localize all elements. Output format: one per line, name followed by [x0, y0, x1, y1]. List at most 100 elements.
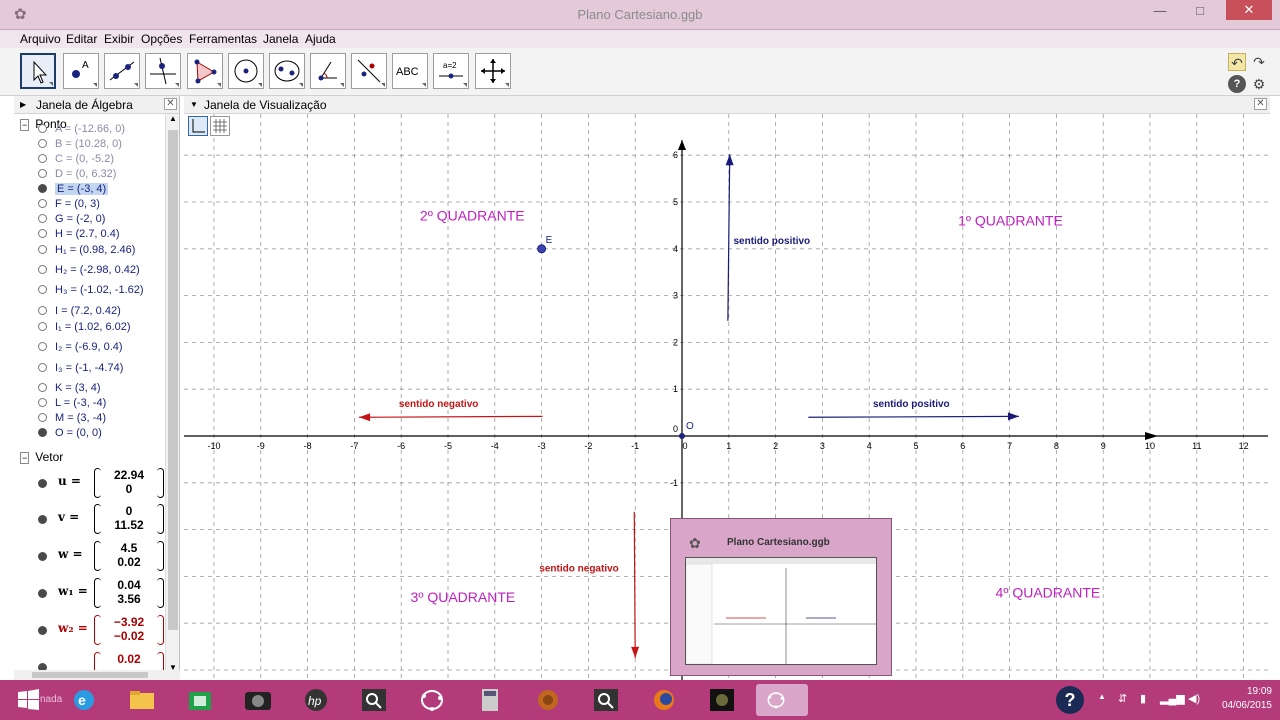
visibility-toggle-icon[interactable]	[38, 154, 47, 163]
point-item[interactable]: O = (0, 0)	[38, 427, 102, 439]
media-icon[interactable]	[702, 684, 742, 716]
point-item[interactable]: G = (-2, 0)	[38, 213, 105, 225]
text-tool[interactable]: ABC	[392, 53, 428, 89]
store-icon[interactable]	[180, 684, 220, 716]
tray-expand-icon[interactable]: ▲	[1098, 692, 1106, 701]
settings-icon[interactable]: ⚙	[1250, 75, 1268, 93]
point-item[interactable]: I = (7.2, 0.42)	[38, 305, 121, 317]
menu-editar[interactable]: Editar	[66, 32, 97, 46]
line-tool[interactable]	[104, 53, 140, 89]
visibility-toggle-icon[interactable]	[38, 383, 47, 392]
visibility-toggle-icon[interactable]	[38, 342, 47, 351]
algebra-close-button[interactable]: ✕	[164, 98, 177, 110]
angle-tool[interactable]	[310, 53, 346, 89]
point-item[interactable]: H₃ = (-1.02, -1.62)	[38, 284, 144, 296]
scroll-up-icon[interactable]: ▲	[169, 114, 177, 123]
baseball-glove-icon[interactable]	[528, 684, 568, 716]
visibility-toggle-icon[interactable]	[38, 199, 47, 208]
point-item[interactable]: E = (-3, 4)	[38, 183, 109, 195]
visibility-toggle-icon[interactable]	[38, 285, 47, 294]
geogebra-icon[interactable]	[756, 684, 808, 716]
visibility-toggle-icon[interactable]	[38, 413, 47, 422]
axes-toggle-icon[interactable]	[188, 116, 208, 136]
perpendicular-line-tool[interactable]	[145, 53, 181, 89]
vector-negative-x[interactable]	[359, 415, 543, 418]
point-item[interactable]: I₂ = (-6.9, 0.4)	[38, 341, 123, 353]
grid-toggle-icon[interactable]	[210, 116, 230, 136]
algebra-vertical-scrollbar[interactable]: ▲ ▼	[165, 114, 179, 672]
visibility-toggle-icon[interactable]	[38, 626, 47, 635]
search-icon[interactable]	[354, 684, 394, 716]
visibility-toggle-icon[interactable]	[38, 515, 47, 524]
visibility-toggle-icon[interactable]	[38, 124, 47, 133]
point-item[interactable]: I₃ = (-1, -4.74)	[38, 362, 123, 374]
visibility-toggle-icon[interactable]	[38, 265, 47, 274]
camera-icon[interactable]	[238, 684, 278, 716]
point-item[interactable]: C = (0, -5.2)	[38, 153, 114, 165]
graphics-close-button[interactable]: ✕	[1254, 98, 1267, 110]
visibility-toggle-icon[interactable]	[38, 306, 47, 315]
point-item[interactable]: H = (2.7, 0.4)	[38, 228, 120, 240]
geogebra-icon[interactable]	[412, 684, 452, 716]
point-item[interactable]: K = (3, 4)	[38, 382, 101, 394]
vector-positive-x[interactable]	[808, 415, 1019, 418]
hp-icon[interactable]: hp	[296, 684, 336, 716]
point-O[interactable]	[679, 433, 685, 439]
volume-tray-icon[interactable]: ◀)	[1188, 692, 1200, 705]
point-item[interactable]: L = (-3, -4)	[38, 397, 106, 409]
menu-opcoes[interactable]: Opções	[141, 32, 182, 46]
help-button[interactable]: ?	[1228, 75, 1246, 93]
collapse-triangle-icon[interactable]: ▶	[20, 100, 26, 109]
taskbar-preview-window[interactable]: ✿ Plano Cartesiano.ggb	[670, 518, 892, 676]
point-item[interactable]: H₂ = (-2.98, 0.42)	[38, 264, 140, 276]
visibility-toggle-icon[interactable]	[38, 322, 47, 331]
point-item[interactable]: B = (10.28, 0)	[38, 138, 122, 150]
visibility-toggle-icon[interactable]	[38, 184, 47, 193]
visibility-toggle-icon[interactable]	[38, 363, 47, 372]
menu-ajuda[interactable]: Ajuda	[305, 32, 336, 46]
point-item[interactable]: F = (0, 3)	[38, 198, 100, 210]
visibility-toggle-icon[interactable]	[38, 479, 47, 488]
battery-tray-icon[interactable]: ▮	[1140, 692, 1146, 705]
clock[interactable]: 19:09 04/06/2015	[1222, 685, 1272, 713]
menu-arquivo[interactable]: Arquivo	[20, 32, 61, 46]
reflect-tool[interactable]	[351, 53, 387, 89]
polygon-tool[interactable]	[187, 53, 223, 89]
search-icon[interactable]	[586, 684, 626, 716]
file-explorer-icon[interactable]	[122, 684, 162, 716]
visibility-toggle-icon[interactable]	[38, 169, 47, 178]
point-item[interactable]: I₁ = (1.02, 6.02)	[38, 321, 131, 333]
visibility-toggle-icon[interactable]	[38, 139, 47, 148]
menu-ferramentas[interactable]: Ferramentas	[189, 32, 257, 46]
minimize-button[interactable]: —	[1144, 0, 1176, 24]
collapse-triangle-icon[interactable]: ▼	[190, 100, 198, 109]
move-tool[interactable]	[20, 53, 56, 89]
visibility-toggle-icon[interactable]	[38, 589, 47, 598]
redo-button[interactable]: ↷	[1250, 53, 1268, 71]
visibility-toggle-icon[interactable]	[38, 428, 47, 437]
menu-exibir[interactable]: Exibir	[104, 32, 134, 46]
calculator-icon[interactable]	[470, 684, 510, 716]
slider-tool[interactable]: a=2	[433, 53, 469, 89]
point-tool[interactable]: A	[63, 53, 99, 89]
menu-janela[interactable]: Janela	[263, 32, 298, 46]
point-item[interactable]: H₁ = (0.98, 2.46)	[38, 244, 135, 256]
undo-button[interactable]: ↶	[1228, 53, 1246, 71]
visibility-toggle-icon[interactable]	[38, 398, 47, 407]
conic-tool[interactable]	[269, 53, 305, 89]
point-E[interactable]	[537, 244, 547, 254]
point-item[interactable]: A = (-12.66, 0)	[38, 123, 125, 135]
network-tray-icon[interactable]: ⇵	[1118, 692, 1127, 705]
visibility-toggle-icon[interactable]	[38, 552, 47, 561]
move-view-tool[interactable]	[475, 53, 511, 89]
firefox-icon[interactable]	[644, 684, 684, 716]
group-vectors[interactable]: − Vetor	[20, 450, 63, 464]
internet-explorer-icon[interactable]: e	[64, 684, 104, 716]
point-item[interactable]: D = (0, 6.32)	[38, 168, 116, 180]
point-item[interactable]: M = (3, -4)	[38, 412, 106, 424]
visibility-toggle-icon[interactable]	[38, 214, 47, 223]
visibility-toggle-icon[interactable]	[38, 229, 47, 238]
close-button[interactable]: ✕	[1226, 0, 1272, 20]
visibility-toggle-icon[interactable]	[38, 245, 47, 254]
signal-tray-icon[interactable]: ▂▄▆	[1160, 692, 1185, 705]
